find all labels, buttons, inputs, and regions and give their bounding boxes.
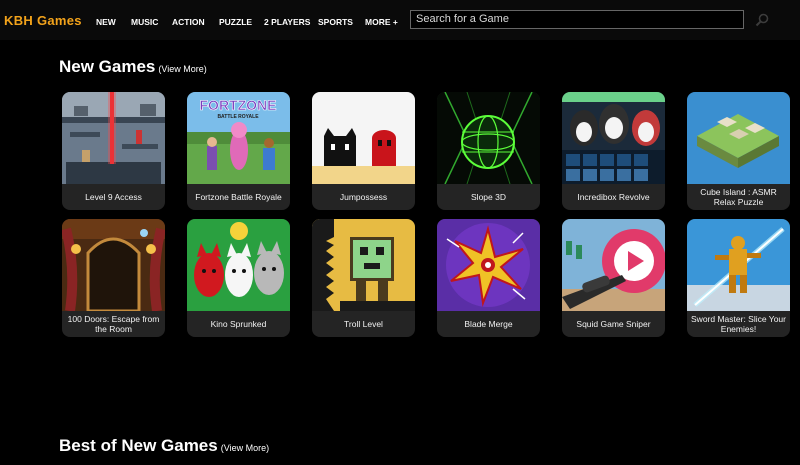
game-thumbnail xyxy=(687,92,790,184)
game-card-blade-merge[interactable]: Blade Merge xyxy=(437,219,540,337)
game-card-incredibox-revolve[interactable]: Incredibox Revolve xyxy=(562,92,665,210)
section-title-text: New Games xyxy=(59,57,156,76)
game-title: Blade Merge xyxy=(464,319,513,329)
game-title: Incredibox Revolve xyxy=(577,192,650,202)
view-more-link[interactable]: (View More) xyxy=(221,443,269,453)
fortzone-logo-subtext: BATTLE ROYALE xyxy=(217,114,259,120)
view-more-link[interactable]: (View More) xyxy=(158,64,206,74)
site-logo[interactable]: KBH Games xyxy=(4,13,82,28)
game-thumbnail xyxy=(187,219,290,311)
game-card-slope-3d[interactable]: Slope 3D xyxy=(437,92,540,210)
game-title: Level 9 Access xyxy=(85,192,142,202)
game-card-troll-level[interactable]: Troll Level xyxy=(312,219,415,337)
game-thumbnail xyxy=(62,92,165,184)
game-title: 100 Doors: Escape from the Room xyxy=(67,314,160,334)
game-card-kino-sprunked[interactable]: Kino Sprunked xyxy=(187,219,290,337)
game-thumbnail xyxy=(62,219,165,311)
game-thumbnail: FORTZONE BATTLE ROYALE xyxy=(187,92,290,184)
game-card-jumpossess[interactable]: Jumpossess xyxy=(312,92,415,210)
game-card-fortzone[interactable]: FORTZONE BATTLE ROYALE Fortzone Battle R… xyxy=(187,92,290,210)
game-thumbnail xyxy=(312,219,415,311)
search-icon[interactable] xyxy=(754,12,770,28)
game-thumbnail xyxy=(312,92,415,184)
nav-2-players[interactable]: 2 PLAYERS xyxy=(264,17,310,27)
nav-more[interactable]: MORE + xyxy=(365,17,398,27)
nav-puzzle[interactable]: PUZZLE xyxy=(219,17,252,27)
game-card-100-doors[interactable]: 100 Doors: Escape from the Room xyxy=(62,219,165,337)
game-card-cube-island[interactable]: Cube Island : ASMR Relax Puzzle xyxy=(687,92,790,210)
game-title: Squid Game Sniper xyxy=(576,319,651,329)
section-title-text: Best of New Games xyxy=(59,436,218,455)
game-thumbnail xyxy=(562,219,665,311)
game-card-level-9-access[interactable]: Level 9 Access xyxy=(62,92,165,210)
game-card-sword-master[interactable]: Sword Master: Slice Your Enemies! xyxy=(687,219,790,337)
search-input[interactable]: Search for a Game xyxy=(410,10,744,29)
nav-sports[interactable]: SPORTS xyxy=(318,17,353,27)
section-title-new-games: New Games (View More) xyxy=(59,57,207,77)
game-title: Fortzone Battle Royale xyxy=(195,192,282,202)
game-title: Sword Master: Slice Your Enemies! xyxy=(691,314,786,334)
game-title: Jumpossess xyxy=(339,192,388,202)
game-title: Troll Level xyxy=(344,319,383,329)
fortzone-logo-text: FORTZONE xyxy=(200,97,277,113)
game-title: Slope 3D xyxy=(471,192,506,202)
nav-action[interactable]: ACTION xyxy=(172,17,205,27)
game-card-squid-game-sniper[interactable]: Squid Game Sniper xyxy=(562,219,665,337)
section-title-best-of-new-games: Best of New Games (View More) xyxy=(59,436,269,456)
game-title: Cube Island : ASMR Relax Puzzle xyxy=(700,187,777,207)
game-title: Kino Sprunked xyxy=(210,319,267,329)
game-thumbnail xyxy=(437,219,540,311)
nav-music[interactable]: MUSIC xyxy=(131,17,158,27)
game-thumbnail xyxy=(687,219,790,311)
game-thumbnail xyxy=(562,92,665,184)
nav-new[interactable]: NEW xyxy=(96,17,116,27)
top-navigation-bar: KBH Games NEW MUSIC ACTION PUZZLE 2 PLAY… xyxy=(0,0,800,40)
game-thumbnail xyxy=(437,92,540,184)
